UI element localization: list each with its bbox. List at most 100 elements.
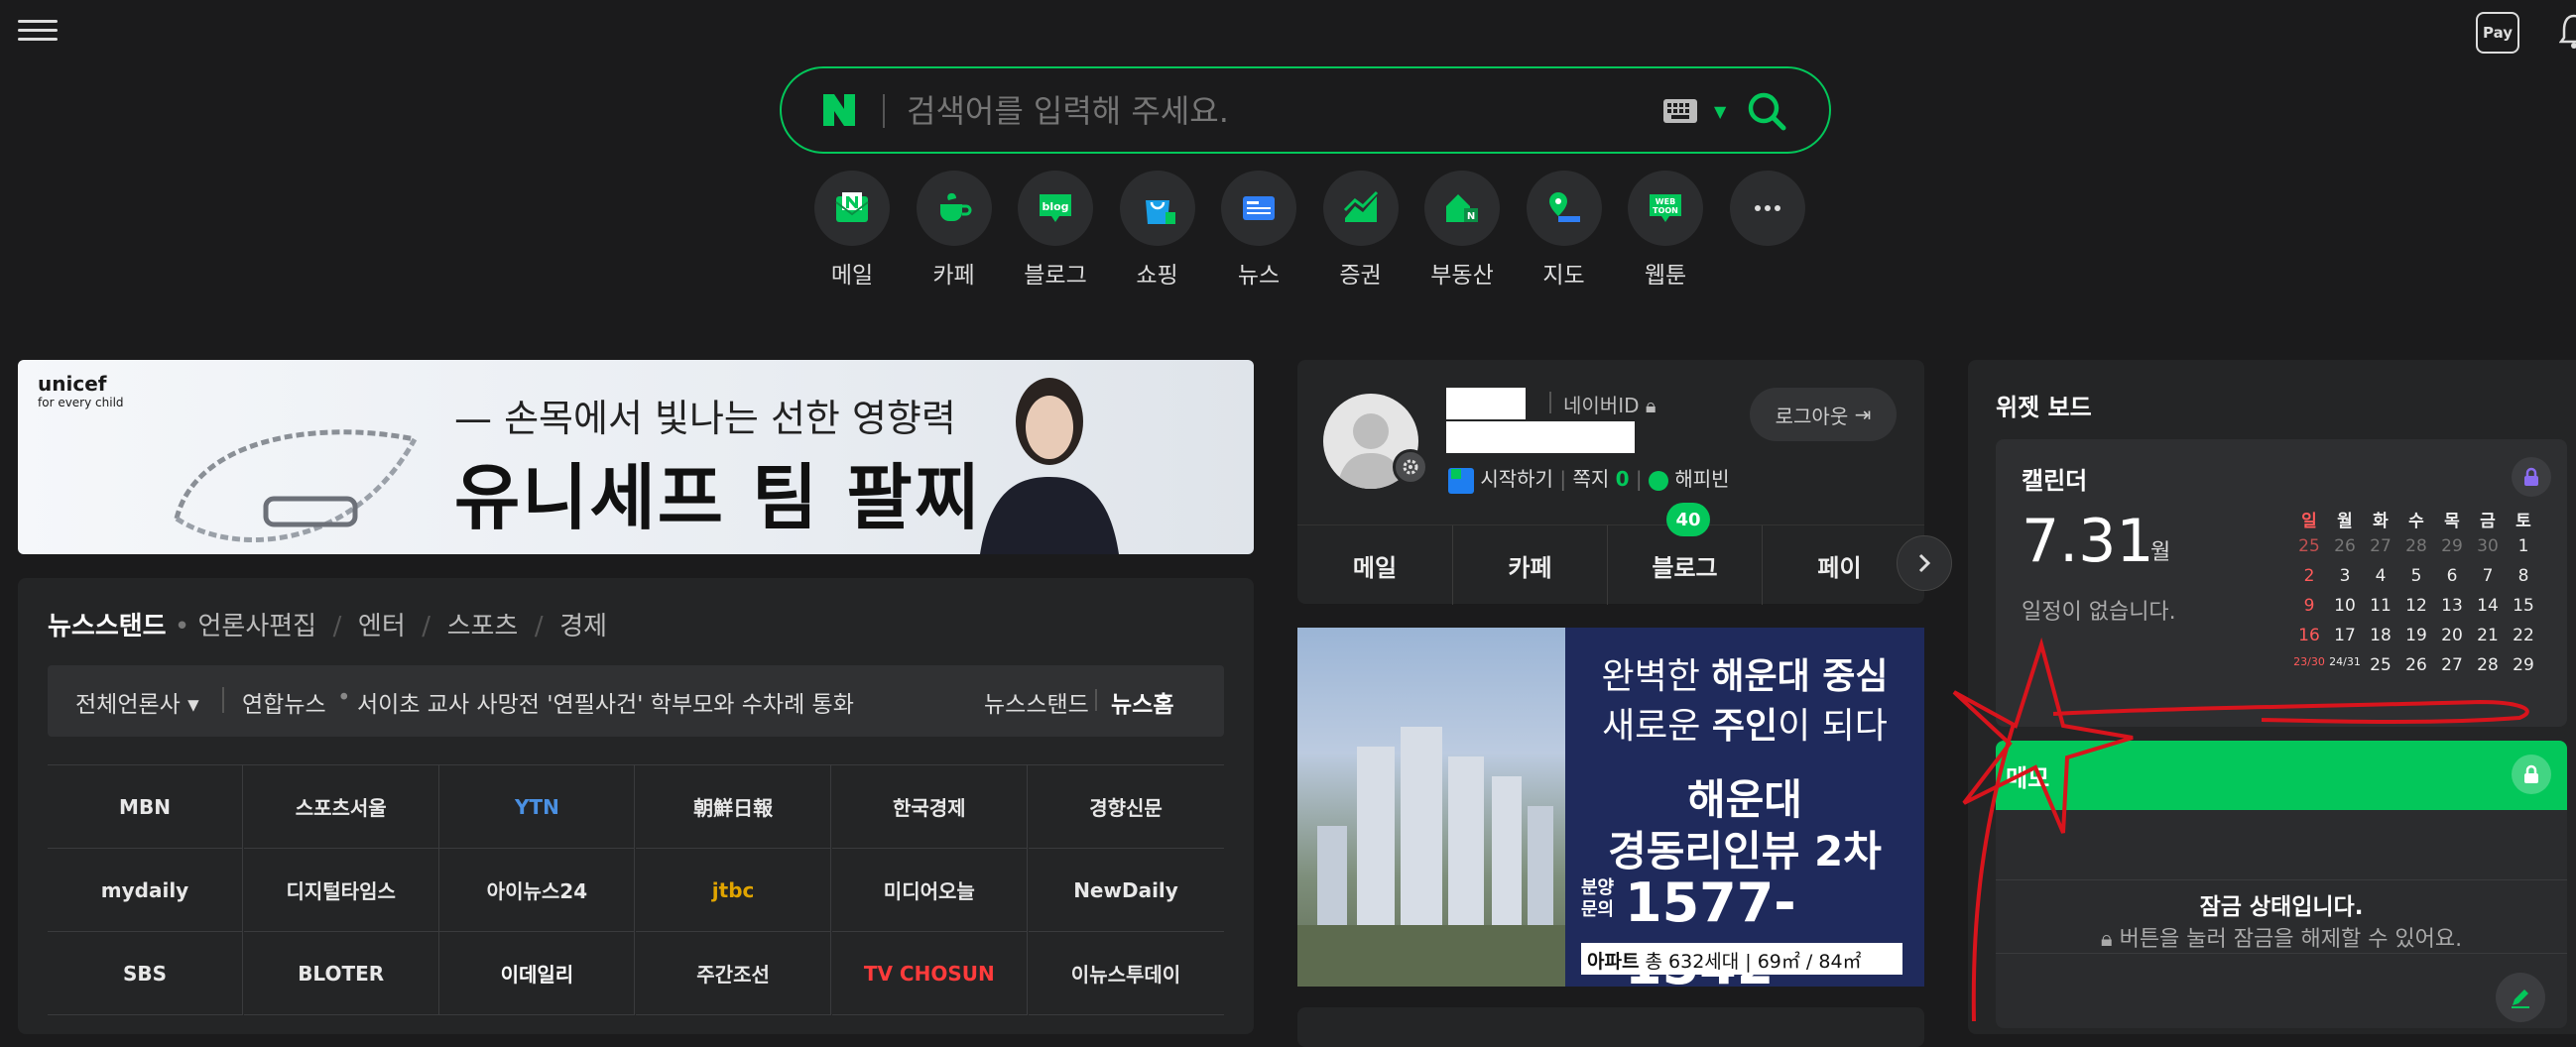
ad-phone-label: 분양 문의 xyxy=(1581,877,1615,920)
calendar-day[interactable]: 1 xyxy=(2506,536,2541,566)
naver-id-label: 네이버ID 🔒︎ xyxy=(1563,394,1656,417)
realestate-icon[interactable]: N xyxy=(1424,171,1500,246)
calendar-empty-text: 일정이 없습니다. xyxy=(2022,600,2176,625)
shortcut-news[interactable]: 뉴스 xyxy=(1220,171,1297,290)
press-logo[interactable]: 스포츠서울 xyxy=(243,765,439,849)
shortcut-label: 뉴스 xyxy=(1237,263,1281,289)
search-icon[interactable] xyxy=(1744,88,1789,134)
shopping-icon[interactable] xyxy=(1119,171,1195,246)
weekday-label: 수 xyxy=(2408,512,2424,531)
calendar-day[interactable]: 14 xyxy=(2470,596,2506,626)
note-link[interactable]: 쪽지 xyxy=(1572,467,1609,491)
tab-pay[interactable]: 페이 xyxy=(1762,525,1916,605)
shortcut-stock[interactable]: 증권 xyxy=(1322,171,1400,290)
shortcut-shopping[interactable]: 쇼핑 xyxy=(1119,171,1196,290)
press-logo[interactable]: YTN xyxy=(439,765,636,849)
shortcut-mail[interactable]: 메일 xyxy=(813,171,891,290)
calendar-day[interactable]: 30 xyxy=(2470,536,2506,566)
press-logo[interactable]: NewDaily xyxy=(1028,849,1224,932)
unicef-banner-ad[interactable]: unicef for every child — 손목에서 빛나는 선한 영향력 … xyxy=(18,360,1254,554)
notification-bell-icon[interactable] xyxy=(2558,12,2576,52)
map-icon[interactable] xyxy=(1526,171,1602,246)
calendar-day[interactable]: 5 xyxy=(2398,566,2434,596)
press-logo[interactable]: 디지털타임스 xyxy=(243,849,439,932)
calendar-day[interactable]: 4 xyxy=(2363,566,2398,596)
press-logo[interactable]: 아이뉴스24 xyxy=(439,849,636,932)
press-logo[interactable]: 이뉴스투데이 xyxy=(1028,932,1224,1015)
headline-source[interactable]: 연합뉴스 xyxy=(242,685,326,719)
svg-text:TOON: TOON xyxy=(1653,206,1678,215)
blog-icon[interactable]: blog xyxy=(1018,171,1093,246)
calendar-day[interactable]: 26 xyxy=(2327,536,2363,566)
calendar-day[interactable]: 7 xyxy=(2470,566,2506,596)
logout-button[interactable]: 로그아웃 ⇥ xyxy=(1750,388,1897,441)
stock-icon[interactable] xyxy=(1322,171,1399,246)
start-link[interactable]: 시작하기 xyxy=(1480,467,1553,491)
calendar-day[interactable]: 27 xyxy=(2363,536,2398,566)
tab-mail[interactable]: 메일 xyxy=(1297,525,1452,605)
tab-sports[interactable]: 스포츠 xyxy=(447,612,519,641)
calendar-day[interactable]: 15 xyxy=(2506,596,2541,626)
newsstand-link[interactable]: 뉴스스탠드 xyxy=(984,685,1089,719)
next-arrow-icon[interactable] xyxy=(1897,535,1952,591)
webtoon-icon[interactable]: WEB TOON xyxy=(1628,171,1703,246)
news-icon[interactable] xyxy=(1221,171,1296,246)
press-logo[interactable]: jtbc xyxy=(636,849,832,932)
shortcut-realestate[interactable]: N 부동산 xyxy=(1423,171,1501,290)
naver-logo-icon[interactable] xyxy=(819,90,859,130)
press-logo[interactable]: 경향신문 xyxy=(1028,765,1224,849)
press-logo[interactable]: 한국경제 xyxy=(831,765,1028,849)
news-home-link[interactable]: 뉴스홈 xyxy=(1111,685,1173,719)
press-logo[interactable]: TV CHOSUN xyxy=(831,932,1028,1015)
calendar-day[interactable]: 28 xyxy=(2398,536,2434,566)
shortcut-map[interactable]: 지도 xyxy=(1526,171,1603,290)
tab-press-edit[interactable]: 언론사편집 xyxy=(197,612,316,641)
tab-blog[interactable]: 블로그 xyxy=(1607,525,1762,605)
settings-gear-icon[interactable] xyxy=(1393,449,1428,485)
tab-newsstand[interactable]: 뉴스스탠드 xyxy=(48,612,167,641)
calendar-day[interactable]: 8 xyxy=(2506,566,2541,596)
calendar-day[interactable]: 29 xyxy=(2434,536,2470,566)
happybean-icon xyxy=(1649,470,1668,491)
search-input[interactable] xyxy=(905,86,1599,136)
press-logo[interactable]: mydaily xyxy=(48,849,243,932)
shortcut-webtoon[interactable]: WEB TOON 웹툰 xyxy=(1627,171,1704,290)
shortcut-blog[interactable]: blog 블로그 xyxy=(1017,171,1094,290)
calendar-day[interactable]: 12 xyxy=(2398,596,2434,626)
pay-button[interactable]: Pay xyxy=(2476,12,2519,54)
calendar-day[interactable]: 11 xyxy=(2363,596,2398,626)
more-icon[interactable] xyxy=(1729,171,1805,246)
tab-entertainment[interactable]: 엔터 xyxy=(358,612,406,641)
cafe-icon[interactable] xyxy=(916,171,992,246)
press-filter-dropdown[interactable]: 전체언론사 ▾ xyxy=(75,685,199,719)
press-logo[interactable]: SBS xyxy=(48,932,243,1015)
search-bar: ▼ xyxy=(780,66,1831,154)
press-logo[interactable]: 미디어오늘 xyxy=(831,849,1028,932)
calendar-week: 25 26 27 28 29 30 1 xyxy=(2291,536,2559,566)
press-logo[interactable]: 주간조선 xyxy=(636,932,832,1015)
press-logo[interactable]: 이데일리 xyxy=(439,932,636,1015)
keyboard-icon[interactable] xyxy=(1662,98,1698,124)
tab-cafe[interactable]: 카페 xyxy=(1452,525,1607,605)
tab-economy[interactable]: 경제 xyxy=(559,612,607,641)
keyboard-dropdown-icon[interactable]: ▼ xyxy=(1714,102,1726,121)
mail-icon[interactable] xyxy=(814,171,890,246)
headline-link[interactable]: 서이초 교사 사망전 '연필사건' 학부모와 수차례 통화 xyxy=(357,685,854,719)
calendar-lock-icon[interactable] xyxy=(2512,457,2551,497)
calendar-day[interactable]: 6 xyxy=(2434,566,2470,596)
apartment-ad[interactable]: 완벽한 해운대 중심 새로운 주인이 되다 해운대 경동리인뷰 2차 분양 문의… xyxy=(1297,628,1924,987)
calendar-day[interactable]: 13 xyxy=(2434,596,2470,626)
press-logo[interactable]: BLOTER xyxy=(243,932,439,1015)
calendar-day[interactable]: 25 xyxy=(2291,536,2327,566)
happybean-link[interactable]: 해피빈 xyxy=(1674,467,1729,491)
press-logo[interactable]: MBN xyxy=(48,765,243,849)
calendar-day[interactable]: 10 xyxy=(2327,596,2363,626)
calendar-day[interactable]: 3 xyxy=(2327,566,2363,596)
profile-links: 시작하기 | 쪽지 0 | 해피빈 xyxy=(1448,463,1730,494)
press-logo[interactable]: 朝鮮日報 xyxy=(636,765,832,849)
calendar-day[interactable]: 9 xyxy=(2291,596,2327,626)
shortcut-more[interactable] xyxy=(1729,171,1806,256)
shortcut-cafe[interactable]: 카페 xyxy=(916,171,993,290)
calendar-day[interactable]: 2 xyxy=(2291,566,2327,596)
menu-button[interactable] xyxy=(18,14,58,50)
